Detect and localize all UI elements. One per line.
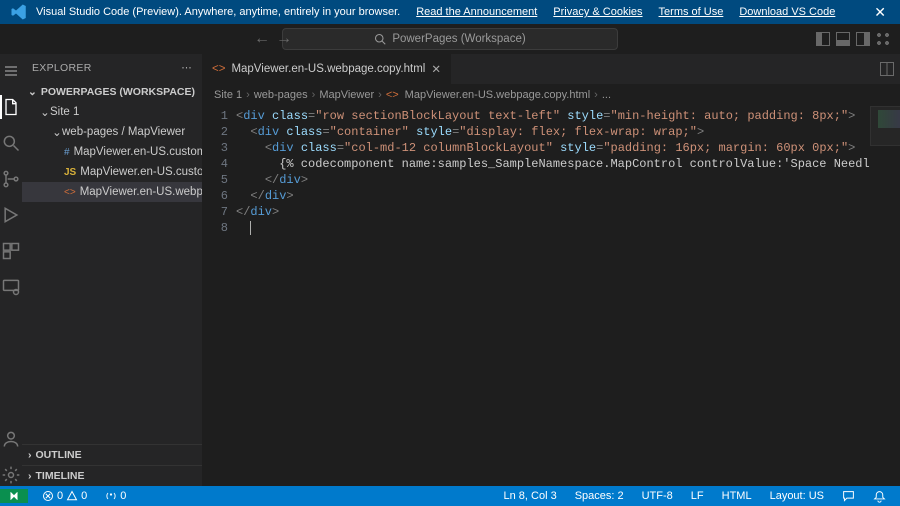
- layout-right-icon[interactable]: [856, 32, 870, 46]
- search-activity-icon[interactable]: [0, 132, 22, 154]
- breadcrumb-item[interactable]: MapViewer.en-US.webpage.copy.html: [405, 89, 590, 101]
- breadcrumb-item[interactable]: ...: [602, 89, 611, 101]
- problems-status[interactable]: 0 0: [38, 490, 91, 502]
- tree-folder-site[interactable]: ⌄ Site 1: [22, 102, 202, 122]
- source-control-icon[interactable]: [0, 168, 22, 190]
- tab-close-icon[interactable]: ✕: [431, 62, 441, 76]
- breadcrumbs[interactable]: Site 1› web-pages› MapViewer› <> MapView…: [202, 84, 900, 106]
- folder-label: Site 1: [50, 106, 79, 118]
- js-file-icon: JS: [64, 167, 76, 178]
- nav-back-icon[interactable]: ←: [254, 30, 270, 48]
- radio-tower-icon: [105, 490, 117, 502]
- sidebar-more-icon[interactable]: ⋯: [181, 62, 192, 74]
- file-tree: ⌄ Site 1 ⌄ web-pages / MapViewer # MapVi…: [22, 102, 202, 444]
- chevron-down-icon: ⌄: [28, 86, 37, 98]
- status-bar: 0 0 0 Ln 8, Col 3 Spaces: 2 UTF-8 LF HTM…: [0, 486, 900, 506]
- tree-file[interactable]: <> MapViewer.en-US.webpag...: [22, 182, 202, 202]
- timeline-section-header[interactable]: › TIMELINE: [22, 465, 202, 486]
- info-banner: Visual Studio Code (Preview). Anywhere, …: [0, 0, 900, 24]
- warning-icon: [66, 490, 78, 502]
- editor-group: <> MapViewer.en-US.webpage.copy.html ✕ ⋯…: [202, 54, 900, 486]
- split-editor-icon[interactable]: [880, 62, 894, 76]
- layout-customize-icon[interactable]: [876, 32, 890, 46]
- html-file-icon: <>: [64, 187, 76, 198]
- outline-label: OUTLINE: [36, 449, 82, 461]
- vscode-logo-icon: [10, 3, 28, 21]
- accounts-icon[interactable]: [0, 428, 22, 450]
- banner-close-icon[interactable]: ✕: [870, 4, 890, 21]
- layout-left-icon[interactable]: [816, 32, 830, 46]
- chevron-down-icon: ⌄: [40, 105, 50, 119]
- code-editor[interactable]: <div class="row sectionBlockLayout text-…: [236, 106, 870, 486]
- banner-link-terms[interactable]: Terms of Use: [659, 6, 724, 18]
- remote-explorer-icon[interactable]: [0, 276, 22, 298]
- breadcrumb-item[interactable]: web-pages: [254, 89, 308, 101]
- indentation-status[interactable]: Spaces: 2: [571, 490, 628, 502]
- run-debug-icon[interactable]: [0, 204, 22, 226]
- ports-status[interactable]: 0: [101, 490, 130, 502]
- chevron-right-icon: ›: [28, 470, 32, 482]
- activity-bar: [0, 54, 22, 486]
- eol-status[interactable]: LF: [687, 490, 708, 502]
- editor-tabs: <> MapViewer.en-US.webpage.copy.html ✕ ⋯: [202, 54, 900, 84]
- banner-link-announcement[interactable]: Read the Announcement: [416, 6, 537, 18]
- nav-forward-icon[interactable]: →: [276, 30, 292, 48]
- command-center[interactable]: PowerPages (Workspace): [282, 28, 618, 50]
- settings-gear-icon[interactable]: [0, 464, 22, 486]
- layout-bottom-icon[interactable]: [836, 32, 850, 46]
- timeline-label: TIMELINE: [36, 470, 85, 482]
- remote-indicator[interactable]: [0, 489, 28, 503]
- tree-file[interactable]: JS MapViewer.en-US.customj...: [22, 162, 202, 182]
- tree-file[interactable]: # MapViewer.en-US.customc...: [22, 142, 202, 162]
- encoding-status[interactable]: UTF-8: [638, 490, 677, 502]
- remote-icon: [7, 489, 21, 503]
- file-label: MapViewer.en-US.customj...: [80, 166, 202, 178]
- banner-text: Visual Studio Code (Preview). Anywhere, …: [36, 6, 400, 18]
- extensions-icon[interactable]: [0, 240, 22, 262]
- error-icon: [42, 490, 54, 502]
- html-file-icon: <>: [212, 63, 225, 75]
- keyboard-layout[interactable]: Layout: US: [766, 490, 828, 502]
- folder-label: web-pages / MapViewer: [62, 126, 185, 138]
- workspace-section-header[interactable]: ⌄ POWERPAGES (WORKSPACE): [22, 82, 202, 102]
- minimap[interactable]: [870, 106, 900, 486]
- outline-section-header[interactable]: › OUTLINE: [22, 444, 202, 465]
- banner-link-privacy[interactable]: Privacy & Cookies: [553, 6, 642, 18]
- tab-label: MapViewer.en-US.webpage.copy.html: [231, 63, 425, 75]
- cursor-position[interactable]: Ln 8, Col 3: [499, 490, 560, 502]
- command-center-label: PowerPages (Workspace): [392, 33, 525, 45]
- breadcrumb-item[interactable]: MapViewer: [319, 89, 374, 101]
- chevron-down-icon: ⌄: [52, 125, 62, 139]
- minimap-viewport[interactable]: [870, 106, 900, 146]
- top-bar: ← → PowerPages (Workspace): [0, 24, 900, 54]
- breadcrumb-item[interactable]: Site 1: [214, 89, 242, 101]
- line-numbers: 12345678: [202, 106, 236, 486]
- feedback-icon[interactable]: [838, 490, 859, 503]
- notifications-icon[interactable]: [869, 490, 890, 503]
- language-mode[interactable]: HTML: [718, 490, 756, 502]
- search-icon: [374, 33, 386, 45]
- sidebar-title: EXPLORER: [32, 62, 92, 74]
- file-label: MapViewer.en-US.webpag...: [80, 186, 202, 198]
- menu-icon[interactable]: [0, 60, 22, 82]
- explorer-sidebar: EXPLORER ⋯ ⌄ POWERPAGES (WORKSPACE) ⌄ Si…: [22, 54, 202, 486]
- workspace-name: POWERPAGES (WORKSPACE): [41, 86, 195, 98]
- tree-folder-webpages[interactable]: ⌄ web-pages / MapViewer: [22, 122, 202, 142]
- text-cursor: [250, 221, 251, 235]
- html-file-icon: <>: [386, 89, 399, 101]
- css-file-icon: #: [64, 147, 70, 158]
- editor-tab[interactable]: <> MapViewer.en-US.webpage.copy.html ✕: [202, 54, 452, 84]
- explorer-icon[interactable]: [0, 96, 22, 118]
- file-label: MapViewer.en-US.customc...: [74, 146, 202, 158]
- chevron-right-icon: ›: [28, 449, 32, 461]
- banner-link-download[interactable]: Download VS Code: [739, 6, 835, 18]
